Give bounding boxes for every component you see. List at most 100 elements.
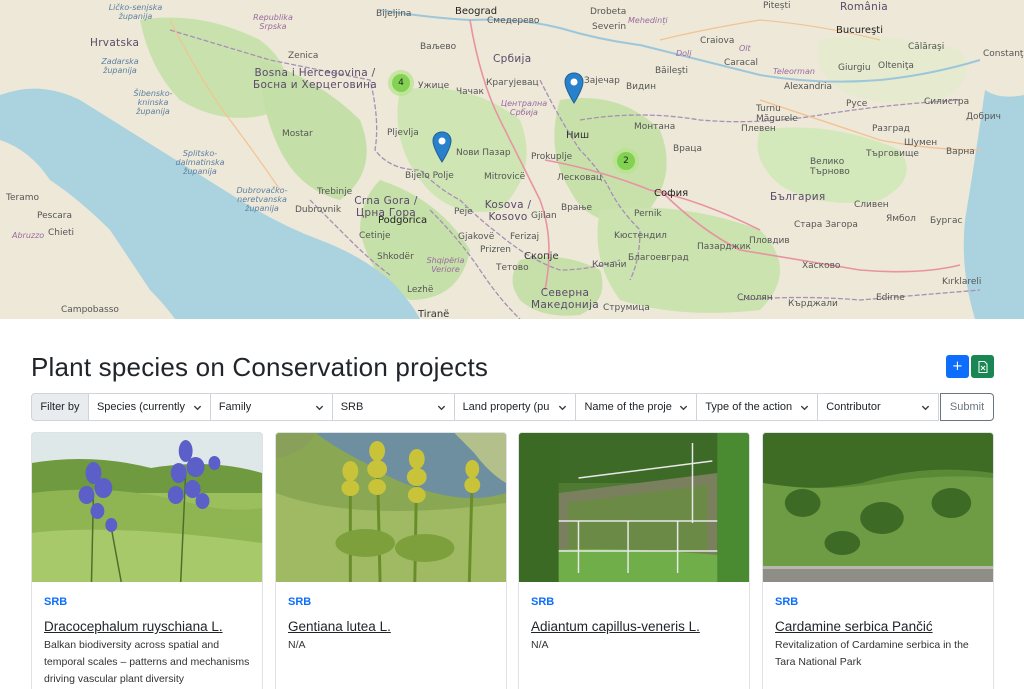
land-property-select-value: Land property (pu (462, 401, 550, 413)
map-label-cacak: Чачак (456, 87, 484, 97)
species-select-value: Species (currently (96, 401, 185, 413)
contributor-select[interactable]: Contributor (818, 393, 940, 421)
cluster-count: 2 (617, 152, 635, 170)
add-button[interactable]: + (946, 355, 969, 378)
map-label-sibenik-region: Šibensko-kninska županija (133, 89, 173, 116)
card-country: SRB (531, 596, 555, 608)
map-label-drobeta: Drobeta (590, 7, 627, 17)
map-label-burgas: Бургас (930, 216, 963, 226)
map-label-bijeljina: Bijeljina (376, 9, 412, 19)
map-label-kardzhali: Кърджали (788, 299, 838, 309)
map-label-valjevo: Ваљево (420, 42, 457, 52)
map-label-mehedinti: Mehedinți (628, 16, 668, 25)
map-label-chieti: Chieti (48, 228, 75, 238)
map-label-trebinje: Trebinje (317, 187, 353, 197)
map-label-teramo: Teramo (6, 193, 39, 203)
map-label-prokuplje: Prokuplje (531, 152, 573, 162)
family-select-value: Family (218, 401, 252, 413)
map-label-cetinje: Cetinje (359, 231, 391, 241)
cluster-count: 4 (392, 74, 410, 92)
card-description: N/A (531, 639, 549, 651)
map-label-plovdiv: Пловдив (749, 236, 790, 246)
map-label-oltenita: Olteniţa (878, 61, 914, 71)
card-country: SRB (288, 596, 312, 608)
map-label-kragujevac: Крагујевац (486, 78, 539, 88)
plus-icon: + (952, 359, 963, 374)
family-select[interactable]: Family (210, 393, 333, 421)
species-photo (32, 433, 262, 582)
map-label-blagoevgrad: Благоевград (628, 253, 689, 263)
map-label-targovishte: Търговище (866, 149, 919, 159)
map-label-severin: Severin (592, 22, 627, 32)
map-marker-icon[interactable] (564, 72, 584, 104)
map-label-smederevo: Смедерево (487, 16, 540, 26)
card-title-link[interactable]: Cardamine serbica Pančić (775, 619, 981, 634)
export-excel-button[interactable] (971, 355, 994, 378)
map-cluster[interactable]: 2 (613, 148, 639, 174)
filter-bar: Filter by Species (currently Family SRB … (31, 393, 994, 421)
map-label-bosnia: Bosna i Hercegovina / Босна и Херцеговин… (252, 67, 378, 91)
card-country: SRB (775, 596, 799, 608)
species-card[interactable]: SRB Adiantum capillus-veneris L. N/A (518, 432, 750, 689)
map-view[interactable]: Hrvatska Bosna i Hercegovina / Босна и Х… (0, 0, 1024, 319)
map-label-pleven: Плевен (741, 124, 776, 134)
species-card[interactable]: SRB Cardamine serbica Pančić Revitalizat… (762, 432, 994, 689)
map-label-giurgiu: Giurgiu (838, 63, 871, 73)
map-label-teleorman: Teleorman (773, 67, 815, 76)
species-select[interactable]: Species (currently (88, 393, 211, 421)
map-label-romania: România (840, 1, 889, 13)
submit-button[interactable]: Submit (940, 393, 994, 421)
project-name-select[interactable]: Name of the proje (576, 393, 698, 421)
map-label-varna: Варна (946, 147, 975, 157)
map-label-pitesti: Pitești (763, 1, 791, 11)
map-label-mostar: Mostar (282, 129, 313, 139)
card-title-link[interactable]: Dracocephalum ruyschiana L. (44, 619, 250, 634)
map-label-skopje: Скопје (524, 251, 559, 262)
chevron-down-icon (801, 405, 809, 410)
map-label-ferizaj: Ferizaj (510, 232, 540, 242)
map-label-bucharest: Bucureşti (836, 25, 883, 36)
map-label-vidin: Видин (626, 82, 656, 92)
card-title-link[interactable]: Adiantum capillus-veneris L. (531, 619, 737, 634)
map-label-vratsa: Враца (673, 144, 703, 154)
map-label-zajecar: Зајечар (584, 76, 620, 86)
action-type-select-value: Type of the action (705, 401, 793, 413)
map-marker-icon[interactable] (432, 131, 452, 163)
map-label-ruse: Русе (846, 99, 868, 109)
map-label-vranje: Врање (561, 203, 593, 213)
map-label-pernik: Pernik (634, 209, 662, 219)
map-label-turnu-magurele: Turnu Măgurele (756, 104, 798, 124)
map-label-bijelo-polje: Bijelo Polje (405, 171, 454, 181)
map-label-calarasi: Călăraşi (908, 42, 945, 52)
species-photo (519, 433, 749, 582)
map-label-montana: Монтана (634, 122, 676, 132)
species-card[interactable]: SRB Dracocephalum ruyschiana L. Balkan b… (31, 432, 263, 689)
map-label-craiova: Craiova (700, 36, 735, 46)
action-type-select[interactable]: Type of the action (697, 393, 819, 421)
file-excel-icon (978, 360, 987, 373)
species-card[interactable]: SRB Gentiana lutea L. N/A (275, 432, 507, 689)
map-label-uzice: Ужице (418, 81, 450, 91)
page-title: Plant species on Conservation projects (31, 352, 489, 382)
map-label-peje: Peje (454, 207, 473, 217)
card-description: N/A (288, 639, 306, 651)
map-label-silistra: Силистра (924, 97, 970, 107)
map-label-smolyan: Смолян (737, 293, 773, 303)
map-label-edirne: Edirne (876, 293, 905, 303)
map-label-zenica: Zenica (288, 51, 319, 61)
map-label-bulgaria: България (770, 191, 826, 203)
map-label-alexandria: Alexandria (784, 82, 833, 92)
land-property-select[interactable]: Land property (pu (454, 393, 577, 421)
contributor-select-value: Contributor (826, 401, 881, 413)
card-title-link[interactable]: Gentiana lutea L. (288, 619, 494, 634)
country-select[interactable]: SRB (332, 393, 455, 421)
filter-label: Filter by (31, 393, 89, 421)
map-label-tetovo: Тетово (496, 263, 529, 273)
map-label-stara-zagora: Стара Загора (794, 220, 858, 230)
map-label-pescara: Pescara (37, 211, 73, 221)
map-label-campobasso: Campobasso (61, 305, 119, 315)
map-cluster[interactable]: 4 (388, 70, 414, 96)
map-label-leskovac: Лесковац (557, 173, 603, 183)
map-label-prizren: Prizren (480, 245, 511, 255)
map-label-gjilan: Gjilan (531, 211, 557, 221)
